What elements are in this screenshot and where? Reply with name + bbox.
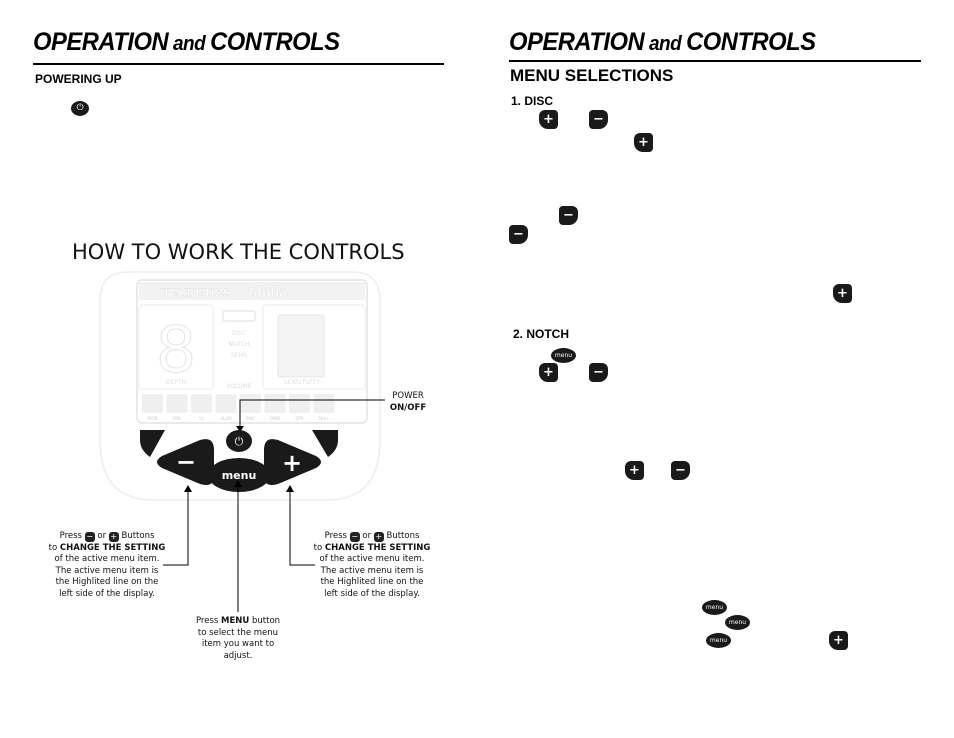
plus-icon: + xyxy=(833,284,852,303)
svg-text:+: + xyxy=(282,449,302,477)
svg-text:SENS: SENS xyxy=(231,352,247,359)
target-segment xyxy=(142,394,163,413)
right-corner-button xyxy=(312,430,338,457)
target-label: FOIL xyxy=(173,416,183,421)
plus-icon: + xyxy=(373,532,384,542)
minus-icon: − xyxy=(84,532,95,542)
minus-plus-callout-left: Press − or + Buttons to CHANGE THE SETTI… xyxy=(48,531,166,599)
plus-icon: + xyxy=(539,110,558,129)
plus-icon: + xyxy=(625,461,644,480)
battery-icon xyxy=(222,310,256,322)
target-segment xyxy=(264,394,286,413)
plus-icon: + xyxy=(108,532,119,542)
svg-text:−: − xyxy=(176,448,196,476)
brand-logo: TEKNETICS xyxy=(163,286,231,300)
target-id-segments: IRON FOIL 5¢ ALUM ZINC DIME QTR 50¢+ xyxy=(142,394,335,421)
target-segment xyxy=(215,394,237,413)
depth-digit: 8 xyxy=(157,311,195,387)
minus-icon: − xyxy=(671,461,690,480)
target-label: 5¢ xyxy=(199,416,205,421)
menu-selections-heading: MENU SELECTIONS xyxy=(510,66,674,85)
minus-icon: − xyxy=(589,363,608,382)
target-label: QTR xyxy=(295,416,304,421)
depth-label: DEPTH xyxy=(166,379,186,386)
target-label: ALUM xyxy=(220,416,232,421)
manual-spread: OPERATION and CONTROLS POWERING UP ⏻ HOW… xyxy=(0,0,954,738)
menu-icon: menu xyxy=(725,615,750,630)
target-label: 50¢+ xyxy=(319,416,330,421)
target-segment xyxy=(313,394,335,413)
target-segment xyxy=(191,394,212,413)
minus-icon: − xyxy=(559,206,578,225)
menu-icon: menu xyxy=(706,633,731,648)
menu-icon: menu xyxy=(551,348,576,363)
plus-icon: + xyxy=(634,133,653,152)
plus-icon: + xyxy=(539,363,558,382)
right-page-title: OPERATION and CONTROLS xyxy=(509,28,816,56)
target-label: DIME xyxy=(270,416,281,421)
minus-icon: − xyxy=(509,225,528,244)
plus-icon: + xyxy=(829,631,848,650)
title-rule xyxy=(509,60,921,62)
disc-heading: 1. DISC xyxy=(511,94,554,108)
left-corner-button xyxy=(140,430,165,457)
target-segment xyxy=(166,394,188,413)
svg-text:DISC: DISC xyxy=(232,330,246,337)
model-logo: Alpha xyxy=(248,284,287,300)
svg-text:NOTCH: NOTCH xyxy=(228,341,249,348)
menu-icon: menu xyxy=(702,600,727,615)
menu-callout: Press MENU button to select the menu ite… xyxy=(195,616,281,661)
power-callout: POWER ON/OFF xyxy=(389,391,427,413)
notch-heading: 2. NOTCH xyxy=(513,327,570,341)
target-label: IRON xyxy=(147,416,157,421)
sensitivity-label: SENSITIVITY xyxy=(284,379,321,386)
svg-text:VOLUME: VOLUME xyxy=(226,383,251,390)
target-segment xyxy=(240,394,261,413)
svg-text:menu: menu xyxy=(222,469,257,482)
target-label: ZINC xyxy=(246,416,256,421)
minus-plus-callout-right: Press − or + Buttons to CHANGE THE SETTI… xyxy=(313,531,431,599)
minus-icon: − xyxy=(589,110,608,129)
svg-text:⏻: ⏻ xyxy=(235,435,244,448)
minus-icon: − xyxy=(349,532,360,542)
target-segment xyxy=(289,394,310,413)
